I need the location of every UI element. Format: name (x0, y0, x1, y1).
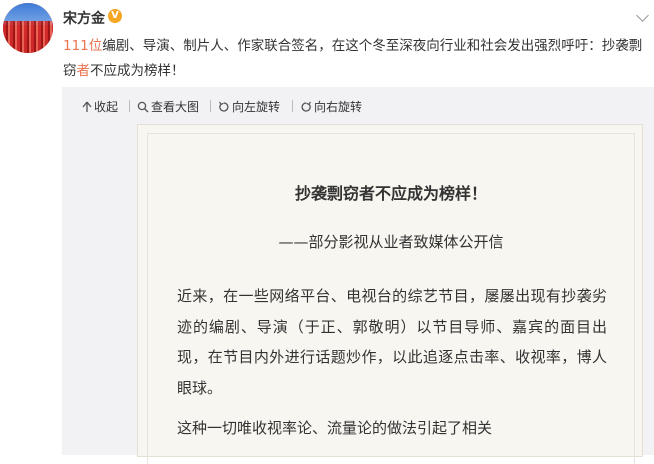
letter-title: 抄袭剽窃者不应成为榜样！ (294, 184, 487, 203)
toolbar-divider (292, 100, 293, 112)
rotate-right-label: 向右旋转 (314, 100, 363, 114)
avatar[interactable] (3, 3, 53, 53)
post-text-part2: 不应成为榜样！ (90, 63, 185, 79)
toolbar-divider (210, 100, 211, 112)
rotate-right-button[interactable]: 向右旋转 (300, 98, 362, 115)
collapse-icon (82, 101, 92, 112)
letter-paragraph: 近来，在一些网络平台、电视台的综艺节目，屡屡出现有抄袭劣迹的编剧、导演（于正、郭… (177, 287, 607, 397)
post-text: 111位编剧、导演、制片人、作家联合签名，在这个冬至深夜向行业和社会发出强烈呼吁… (63, 34, 643, 84)
post-text-highlight[interactable]: 111位 (63, 38, 102, 54)
collapse-button[interactable]: 收起 (82, 98, 118, 115)
rotate-left-button[interactable]: 向左旋转 (218, 98, 280, 115)
letter-paragraph: 这种一切唯收视率论、流量论的做法引起了相关 (177, 419, 493, 437)
letter-border: 抄袭剽窃者不应成为榜样！ ——部分影视从业者致媒体公开信 近来，在一些网络平台、… (147, 133, 635, 464)
chevron-down-icon[interactable] (636, 9, 649, 22)
toolbar-divider (129, 100, 130, 112)
view-large-label: 查看大图 (151, 100, 200, 114)
rotate-right-icon (301, 101, 311, 112)
username[interactable]: 宋方金 (63, 8, 105, 28)
collapse-label: 收起 (94, 100, 119, 114)
rotate-left-icon (219, 101, 229, 112)
view-large-button[interactable]: 查看大图 (137, 98, 199, 115)
letter-image[interactable]: 抄袭剽窃者不应成为榜样！ ——部分影视从业者致媒体公开信 近来，在一些网络平台、… (137, 124, 643, 464)
avatar-crowd (3, 21, 53, 53)
verified-badge-icon: V (108, 9, 122, 23)
magnifier-icon (137, 101, 149, 112)
rotate-left-label: 向左旋转 (232, 100, 281, 114)
post-text-highlight2[interactable]: 者 (77, 63, 91, 79)
image-card: 收起 查看大图 向左旋转 向右旋转 抄袭剽窃者不应成为榜样！ ——部分影视从业者… (62, 87, 654, 464)
letter-subtitle: ——部分影视从业者致媒体公开信 (278, 233, 504, 251)
